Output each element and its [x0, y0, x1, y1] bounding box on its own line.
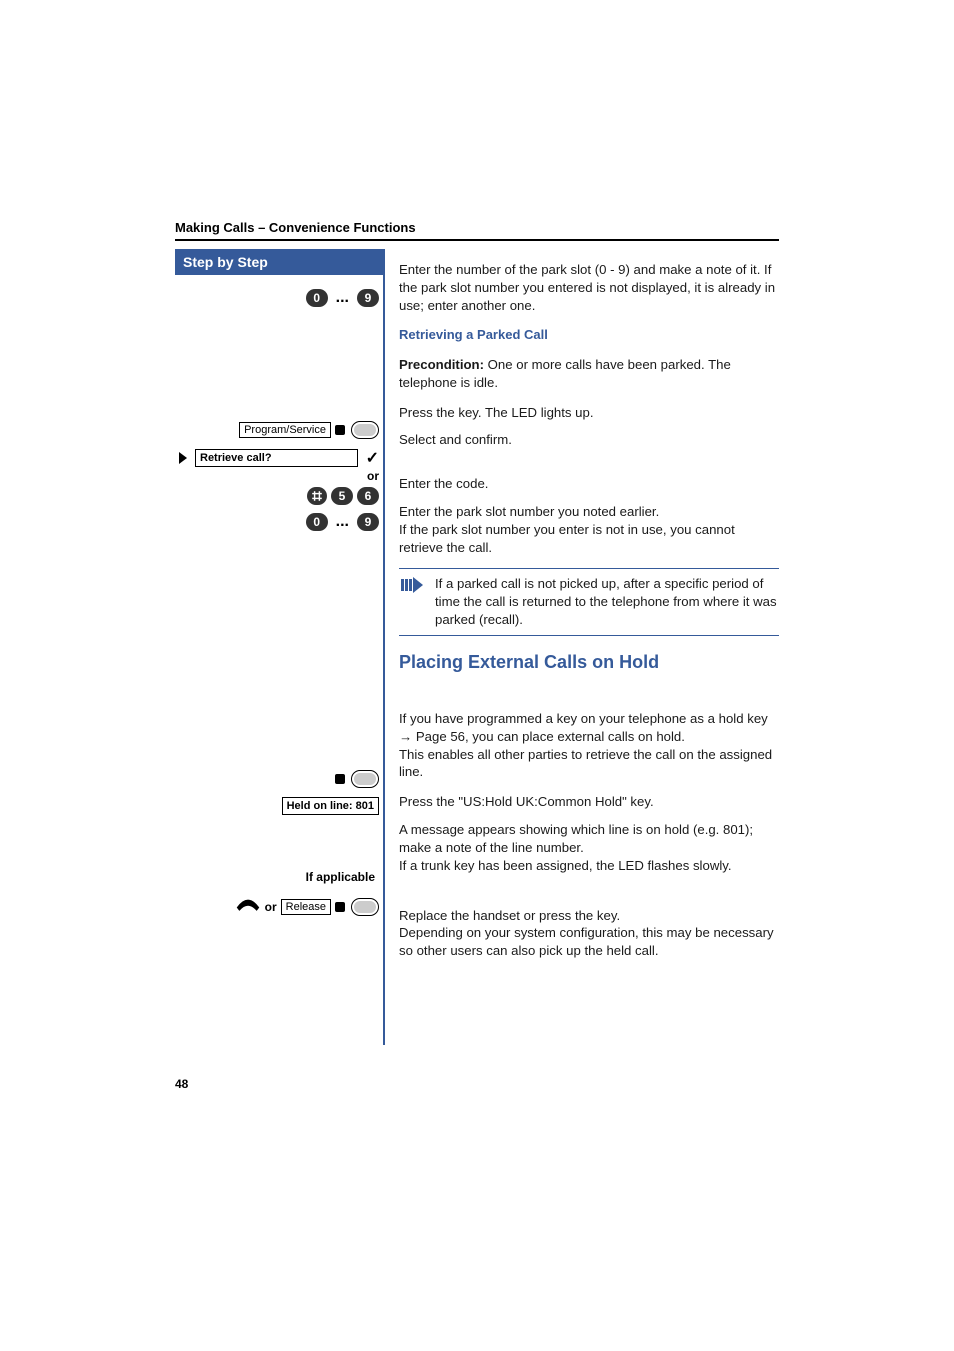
replace-handset-text: Replace the handset or press the key. De… [399, 907, 779, 960]
page-56-link[interactable]: → Page 56 [399, 729, 465, 744]
key-button-icon-b [351, 770, 379, 788]
ellipsis-icon: ... [332, 289, 353, 307]
key-6-icon: 6 [357, 487, 379, 505]
led-icon-c [335, 902, 345, 912]
key-9-icon-b: 9 [357, 513, 379, 531]
key-button-icon-c [351, 898, 379, 916]
retrieve-call-label: Retrieve call? [200, 452, 272, 464]
select-confirm-text: Select and confirm. [399, 431, 779, 449]
code-keys: 5 6 [307, 487, 379, 505]
held-line-display: Held on line: 801 [282, 797, 379, 815]
or-label-1: or [367, 469, 379, 483]
message-appears-text: A message appears showing which line is … [399, 821, 779, 874]
park-slot-note: Enter the number of the park slot (0 - 9… [399, 261, 779, 314]
info-arrow-icon [399, 575, 425, 628]
press-led-text: Press the key. The LED lights up. [399, 404, 779, 422]
ellipsis-icon-b: ... [332, 513, 353, 531]
info-note-box: If a parked call is not picked up, after… [399, 568, 779, 635]
info-note-text: If a parked call is not picked up, after… [435, 575, 779, 628]
or-label-2: or [265, 900, 277, 914]
hold-intro-text: If you have programmed a key on your tel… [399, 692, 779, 781]
if-applicable-label: If applicable [175, 870, 379, 884]
press-hold-text: Press the "US:Hold UK:Common Hold" key. [399, 793, 779, 811]
key-0-icon-b: 0 [306, 513, 328, 531]
program-service-label: Program/Service [239, 422, 331, 438]
park-slot-text: Enter the park slot number you noted ear… [399, 503, 779, 556]
left-column: Step by Step 0 ... 9 Program/Service [175, 249, 385, 1045]
precondition-text: Precondition: One or more calls have bee… [399, 356, 779, 392]
key-5-icon: 5 [331, 487, 353, 505]
handset-icon [235, 895, 261, 918]
hold-key [335, 770, 379, 788]
section-header: Making Calls – Convenience Functions [175, 220, 779, 241]
release-row: or Release [235, 895, 379, 918]
key-0-icon: 0 [306, 289, 328, 307]
program-service-key: Program/Service [239, 421, 379, 439]
right-column: Enter the number of the park slot (0 - 9… [385, 249, 779, 972]
retrieve-call-menu: Retrieve call? ✓ [179, 448, 379, 468]
held-line-label: Held on line: 801 [287, 800, 374, 812]
enter-code-text: Enter the code. [399, 475, 779, 493]
step-by-step-bar: Step by Step [175, 249, 385, 275]
led-icon [335, 425, 345, 435]
placing-hold-heading: Placing External Calls on Hold [399, 650, 779, 674]
hash-key-icon [307, 487, 327, 505]
checkmark-icon: ✓ [366, 448, 379, 468]
keypad-range-0-9-b: 0 ... 9 [306, 513, 379, 531]
retrieving-heading: Retrieving a Parked Call [399, 326, 779, 344]
menu-arrow-icon [179, 452, 187, 464]
led-icon-b [335, 774, 345, 784]
release-label: Release [281, 899, 331, 915]
keypad-range-0-9: 0 ... 9 [306, 289, 379, 307]
page-number: 48 [175, 1077, 188, 1091]
key-button-icon [351, 421, 379, 439]
key-9-icon: 9 [357, 289, 379, 307]
